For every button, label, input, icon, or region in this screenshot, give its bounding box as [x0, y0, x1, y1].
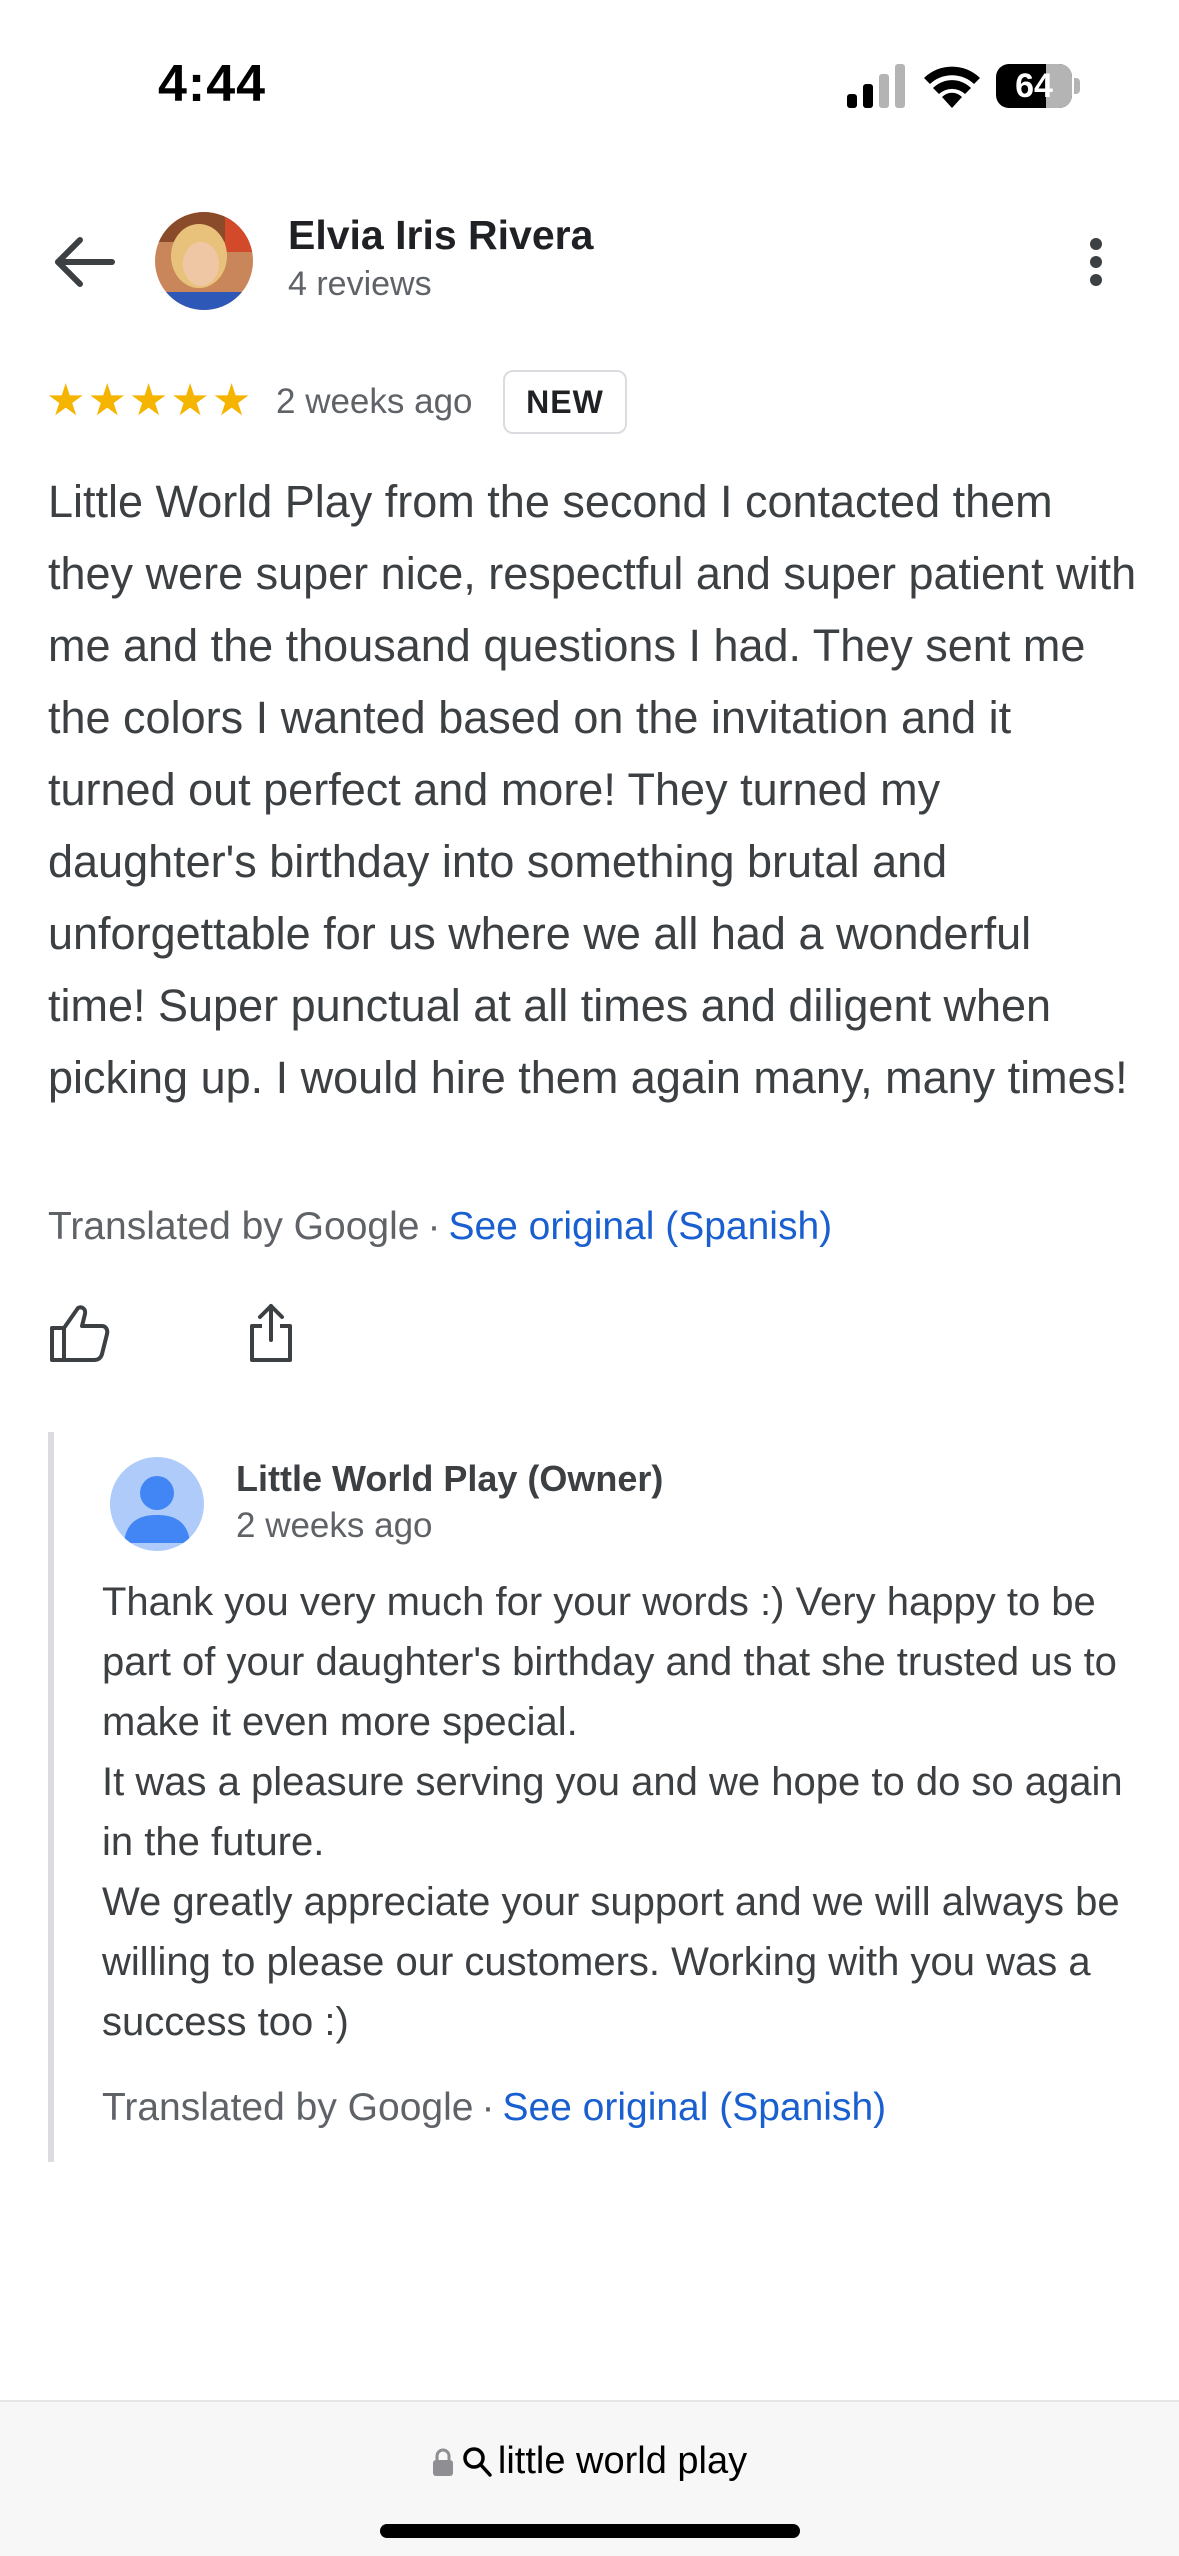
share-icon[interactable] — [240, 1302, 302, 1364]
reply-paragraph: We greatly appreciate your support and w… — [102, 1880, 1120, 2044]
thumb-up-icon[interactable] — [48, 1302, 110, 1364]
battery-icon: 64 — [996, 64, 1080, 108]
new-badge: NEW — [503, 370, 627, 434]
reply-paragraph: It was a pleasure serving you and we hop… — [102, 1760, 1123, 1864]
reviewer-review-count: 4 reviews — [288, 265, 432, 303]
owner-avatar — [110, 1457, 204, 1551]
reviewer-avatar[interactable] — [155, 212, 253, 310]
browser-bottom-bar: little world play — [0, 2400, 1179, 2556]
review-translation-info: Translated by Google · See original (Spani… — [48, 1205, 832, 1249]
owner-reply-text: Thank you very much for your words :) Ve… — [102, 1572, 1152, 2052]
star-rating: ★ ★ ★ ★ ★ — [46, 378, 251, 424]
star-icon: ★ — [211, 376, 252, 425]
owner-name: Little World Play (Owner) — [236, 1458, 664, 1499]
battery-level: 64 — [1015, 67, 1053, 105]
status-time: 4:44 — [158, 55, 267, 113]
address-text: little world play — [497, 2440, 748, 2482]
separator-dot: · — [427, 1205, 441, 1248]
see-original-link[interactable]: See original (Spanish) — [448, 1205, 832, 1248]
review-detail-screen: 4:44 64 Elvia Iris Rivera 4 reviews ★ ★ … — [0, 0, 1179, 2556]
wifi-icon — [924, 66, 980, 108]
owner-reply: Little World Play (Owner) 2 weeks ago Th… — [48, 1432, 1148, 2162]
see-original-link[interactable]: See original (Spanish) — [502, 2086, 886, 2129]
star-icon: ★ — [87, 376, 127, 425]
reply-paragraph: Thank you very much for your words :) Ve… — [102, 1580, 1117, 1744]
review-text: Little World Play from the second I cont… — [48, 476, 1137, 1103]
arrow-back-icon[interactable] — [50, 232, 120, 292]
owner-reply-time: 2 weeks ago — [236, 1506, 433, 1545]
star-icon: ★ — [46, 376, 86, 425]
status-bar: 4:44 64 — [0, 0, 1179, 170]
review-time: 2 weeks ago — [276, 382, 473, 421]
separator-dot: · — [481, 2086, 495, 2129]
lock-icon — [432, 2448, 453, 2476]
reply-translation-info: Translated by Google · See original (Spani… — [102, 2086, 886, 2130]
star-icon: ★ — [128, 376, 169, 425]
address-bar[interactable]: little world play — [0, 2440, 1179, 2483]
cellular-signal-icon — [847, 64, 905, 108]
translated-label: Translated by Google — [102, 2086, 474, 2129]
search-icon — [463, 2447, 492, 2477]
person-icon — [124, 1476, 190, 1543]
home-indicator — [380, 2524, 800, 2538]
translated-label: Translated by Google — [48, 1205, 420, 1248]
reviewer-name[interactable]: Elvia Iris Rivera — [288, 212, 593, 259]
star-icon: ★ — [170, 376, 210, 425]
more-vert-icon[interactable] — [1072, 232, 1120, 292]
